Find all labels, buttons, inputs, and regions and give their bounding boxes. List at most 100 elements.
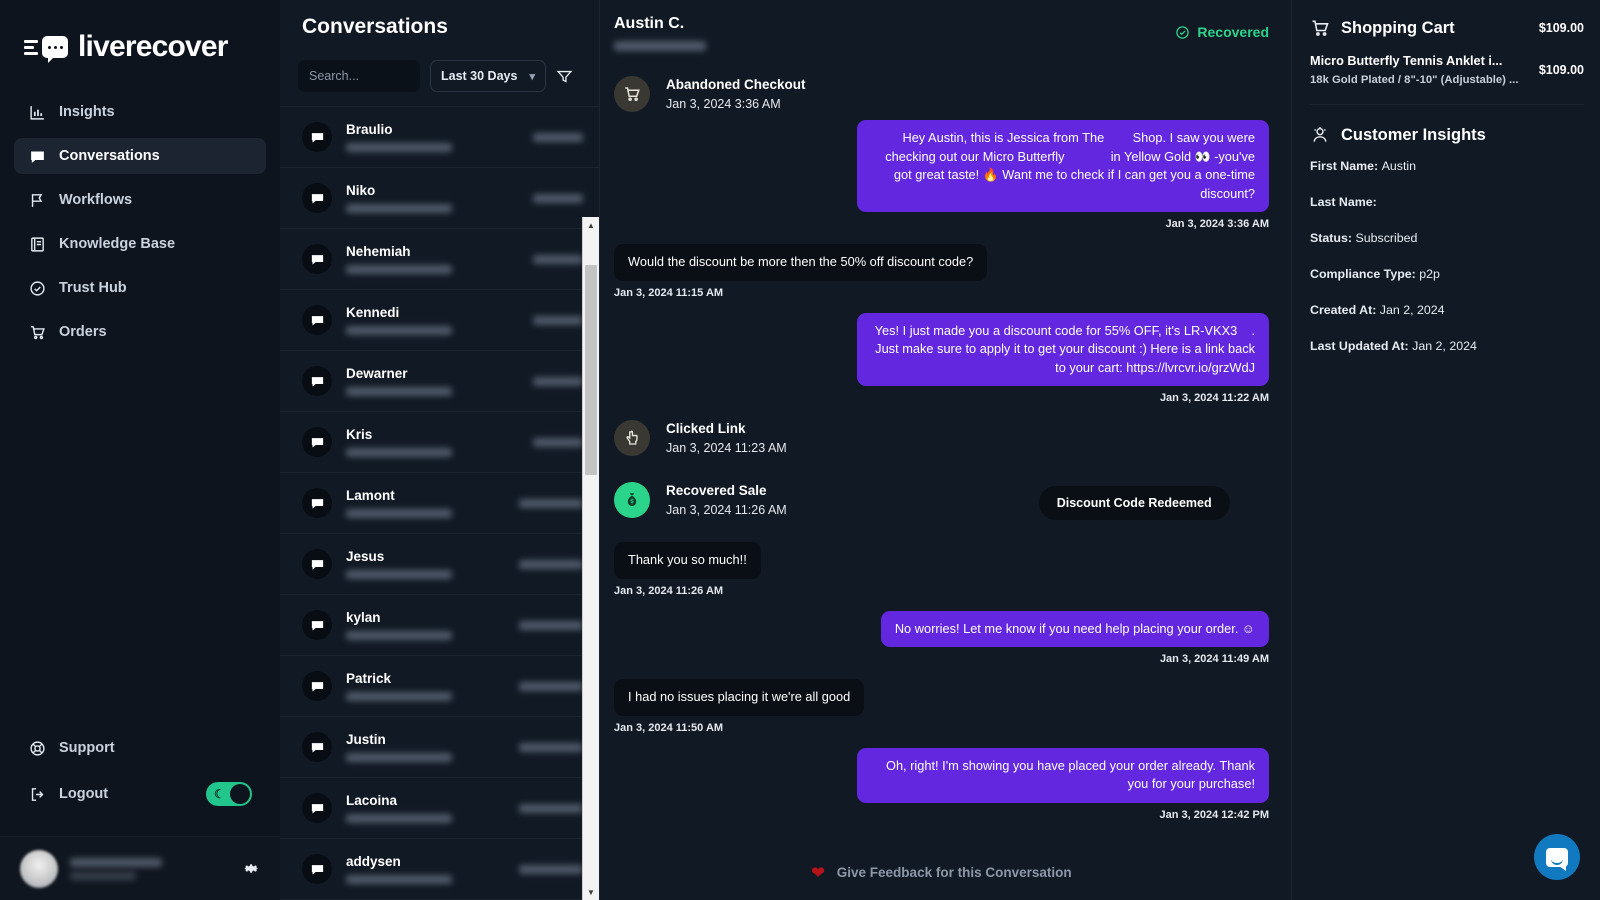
list-item[interactable]: Lacoina — [280, 778, 599, 839]
list-item[interactable]: Kennedi — [280, 290, 599, 351]
sidebar-label: Support — [59, 740, 115, 756]
event-time: Jan 3, 2024 11:26 AM — [666, 503, 787, 517]
list-item[interactable]: Nehemiah — [280, 229, 599, 290]
message-timestamp: Jan 3, 2024 11:26 AM — [614, 584, 724, 597]
list-item-preview-redacted — [346, 875, 452, 884]
list-item[interactable]: Braulio — [280, 107, 599, 168]
app-root: liverecover Insights Conversations Workf… — [0, 0, 1600, 900]
sidebar-label: Workflows — [59, 192, 133, 208]
sidebar-item-insights[interactable]: Insights — [14, 94, 266, 130]
chat-bubble-icon — [302, 732, 332, 762]
heart-icon: ❤ — [811, 864, 825, 882]
list-item[interactable]: Justin — [280, 717, 599, 778]
list-toolbar: Last 30 Days ▾ — [280, 54, 599, 106]
user-account-bar[interactable] — [0, 836, 280, 900]
feedback-label: Give Feedback for this Conversation — [836, 865, 1072, 880]
chat-bubble-icon — [28, 147, 46, 165]
chat-bubble-icon — [302, 427, 332, 457]
list-item-time-redacted — [533, 193, 583, 203]
message-bubble: Yes! I just made you a discount code for… — [857, 312, 1269, 386]
list-item[interactable]: Jesus — [280, 534, 599, 595]
list-item-name: Kennedi — [346, 305, 400, 320]
timeline-event-clicked-link: Clicked Link Jan 3, 2024 11:23 AM — [614, 420, 1269, 456]
chat-bubble-icon — [302, 671, 332, 701]
list-item[interactable]: kylan — [280, 595, 599, 656]
scroll-down-arrow-icon[interactable]: ▼ — [583, 884, 599, 900]
customer-insights-header: Customer Insights — [1310, 125, 1584, 145]
list-item[interactable]: Kris — [280, 412, 599, 473]
insight-first-name: First Name: Austin — [1310, 159, 1584, 173]
sidebar-item-workflows[interactable]: Workflows — [14, 182, 266, 218]
customer-icon — [1310, 125, 1330, 145]
list-item-preview-redacted — [346, 326, 452, 335]
shopping-cart-header: Shopping Cart $109.00 — [1310, 18, 1584, 38]
discount-redeemed-pill: Discount Code Redeemed — [1038, 486, 1230, 520]
list-item-time-redacted — [533, 437, 583, 447]
badge-check-icon — [28, 279, 46, 297]
list-item-preview-redacted — [346, 265, 452, 274]
list-item[interactable]: Dewarner — [280, 351, 599, 412]
conversation-list[interactable]: Braulio Niko Nehemiah Kennedi Dewarner K… — [280, 106, 599, 900]
sidebar-item-conversations[interactable]: Conversations — [14, 138, 266, 174]
toggle-knob — [230, 784, 250, 804]
sidebar-item-support[interactable]: Support — [14, 730, 266, 766]
sidebar-item-trust-hub[interactable]: Trust Hub — [14, 270, 266, 306]
chat-bubble-icon — [302, 854, 332, 884]
list-item-time-redacted — [533, 132, 583, 142]
scroll-up-arrow-icon[interactable]: ▲ — [583, 217, 599, 233]
list-item-time-redacted — [519, 620, 583, 630]
list-item-preview-redacted — [346, 143, 452, 152]
insight-compliance-type: Compliance Type: p2p — [1310, 267, 1584, 281]
chevron-down-icon: ▾ — [529, 70, 535, 83]
insight-label: Created At: — [1310, 303, 1377, 317]
message-timestamp: Jan 3, 2024 12:42 PM — [1159, 808, 1269, 821]
insight-last-name: Last Name: — [1310, 195, 1584, 209]
message-bubble: Oh, right! I'm showing you have placed y… — [857, 747, 1269, 803]
insight-label: Status: — [1310, 231, 1352, 245]
contact-name: Austin C. — [614, 14, 685, 32]
funnel-icon[interactable] — [556, 68, 573, 85]
cart-line-item: Micro Butterfly Tennis Anklet i... 18k G… — [1310, 52, 1584, 105]
list-item[interactable]: addysen — [280, 839, 599, 900]
give-feedback-link[interactable]: ❤ Give Feedback for this Conversation — [614, 835, 1269, 900]
search-input[interactable] — [298, 60, 420, 92]
list-item-name: Lamont — [346, 488, 395, 503]
event-time: Jan 3, 2024 11:23 AM — [666, 441, 787, 455]
intercom-chat-icon[interactable] — [1534, 834, 1580, 880]
brand-logo[interactable]: liverecover — [0, 0, 280, 72]
status-label: Recovered — [1197, 24, 1269, 40]
list-item-preview-redacted — [346, 814, 452, 823]
cart-item-name: Micro Butterfly Tennis Anklet i... — [1310, 54, 1503, 68]
message-inbound: Thank you so much!! Jan 3, 2024 11:26 AM — [614, 542, 1269, 597]
page-title: Conversations — [302, 15, 448, 38]
list-item[interactable]: Lamont — [280, 473, 599, 534]
scrollbar-thumb[interactable] — [585, 265, 597, 475]
insight-label: First Name: — [1310, 159, 1379, 173]
sidebar-item-orders[interactable]: Orders — [14, 314, 266, 350]
sidebar-item-knowledge-base[interactable]: Knowledge Base — [14, 226, 266, 262]
chat-bubble-icon — [302, 366, 332, 396]
conversation-header: Austin C. Recovered — [600, 0, 1291, 54]
timeline-event-abandoned-checkout: Abandoned Checkout Jan 3, 2024 3:36 AM — [614, 76, 1269, 112]
logout-icon — [28, 785, 46, 803]
sidebar-label: Trust Hub — [59, 280, 127, 296]
list-item[interactable]: Patrick — [280, 656, 599, 717]
bar-chart-icon — [28, 103, 46, 121]
sidebar-item-logout[interactable]: Logout ☾ — [14, 776, 266, 812]
shopping-cart-icon — [28, 323, 46, 341]
date-range-select[interactable]: Last 30 Days ▾ — [430, 60, 546, 92]
insight-status: Status: Subscribed — [1310, 231, 1584, 245]
contact-phone-redacted — [614, 40, 706, 51]
message-thread[interactable]: Abandoned Checkout Jan 3, 2024 3:36 AM H… — [600, 54, 1291, 900]
gear-icon[interactable] — [243, 860, 260, 877]
list-scrollbar[interactable]: ▲ ▼ — [582, 217, 599, 900]
timeline-event-recovered-sale: Recovered Sale Jan 3, 2024 11:26 AM Disc… — [614, 482, 1269, 520]
click-icon — [614, 420, 650, 456]
message-bubble: Thank you so much!! — [614, 542, 761, 579]
list-item[interactable]: Niko — [280, 168, 599, 229]
message-inbound: Would the discount be more then the 50% … — [614, 244, 1269, 299]
list-item-preview-redacted — [346, 631, 452, 640]
dark-mode-toggle[interactable]: ☾ — [206, 782, 252, 806]
sidebar-label: Conversations — [59, 148, 160, 164]
list-item-name: Justin — [346, 732, 386, 747]
